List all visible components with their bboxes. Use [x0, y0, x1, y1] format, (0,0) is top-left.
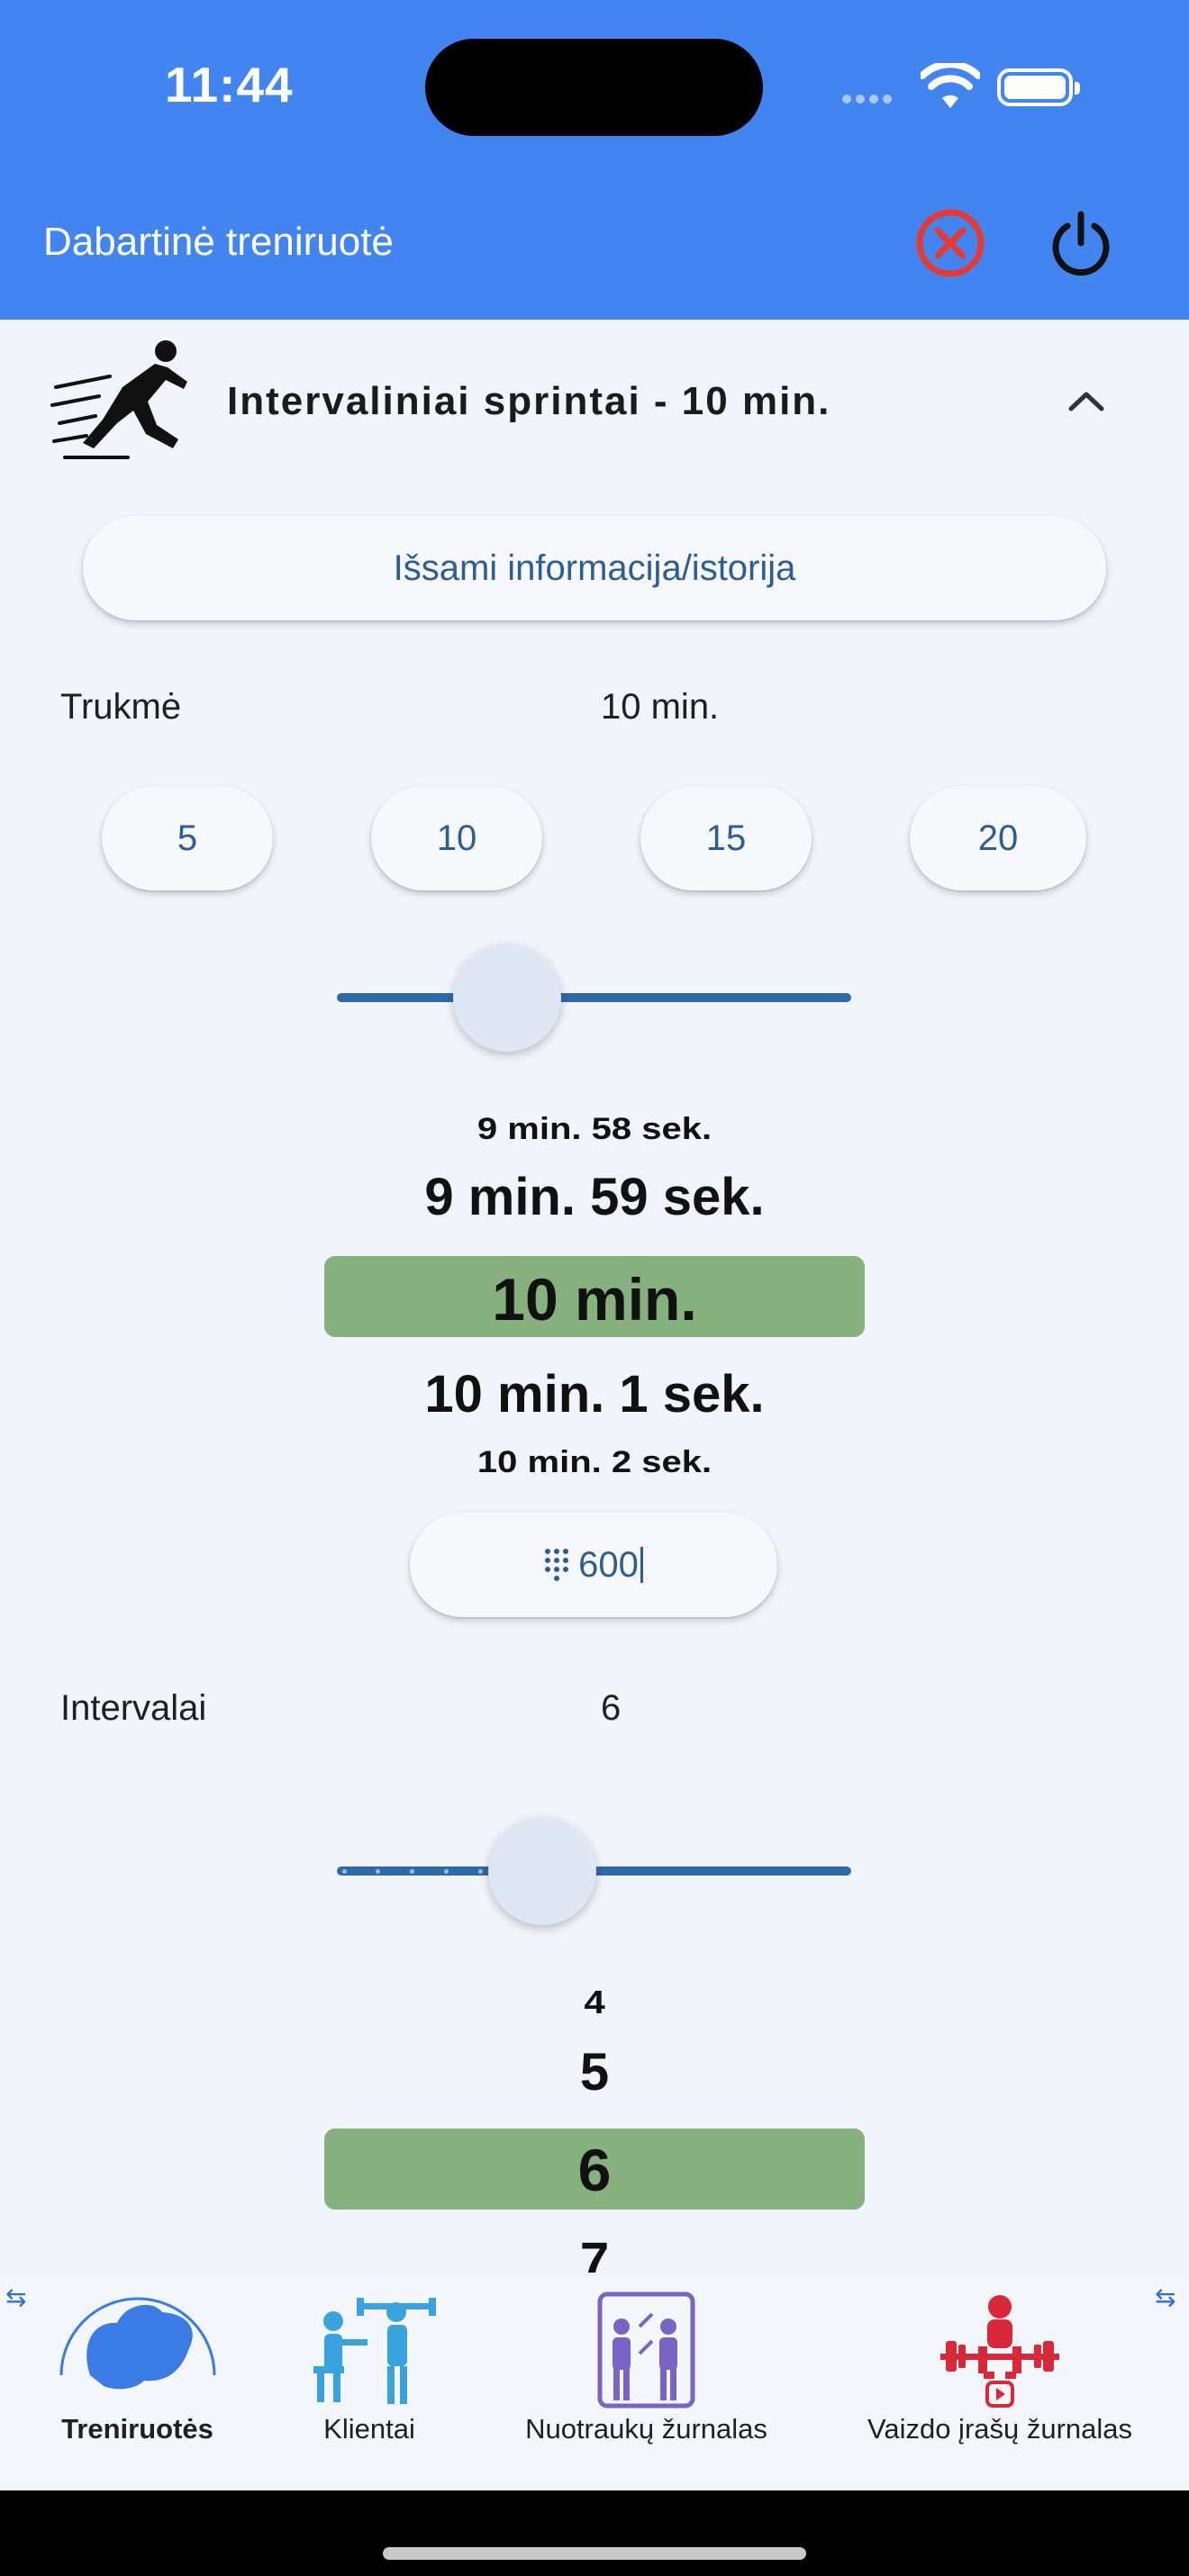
slider-tick	[376, 1869, 380, 1874]
details-history-button[interactable]: Išsami informacija/istorija	[83, 516, 1106, 620]
scroll-right-arrow-icon[interactable]: ⇆	[1155, 2282, 1175, 2312]
trainer-clients-icon	[313, 2298, 436, 2404]
dynamic-island	[425, 39, 763, 136]
intervals-label: Intervalai	[60, 1688, 207, 1728]
wheel-item[interactable]: 10 min. 1 sek.	[324, 1364, 865, 1424]
nav-label: Nuotraukų žurnalas	[525, 2413, 767, 2445]
wheel-item[interactable]: 4	[324, 1984, 865, 2021]
wheel-item[interactable]: 10 min. 2 sek.	[324, 1445, 865, 1479]
wheel-item[interactable]: 5	[324, 2042, 865, 2102]
weightlifter-video-icon	[940, 2295, 1059, 2408]
intervals-value: 6	[601, 1688, 622, 1728]
slider-tick	[478, 1869, 483, 1874]
nav-item-treniruotes[interactable]: Treniruotės	[27, 2276, 248, 2456]
nav-label: Vaizdo įrašų žurnalas	[867, 2413, 1133, 2445]
duration-preset-20[interactable]: 20	[910, 786, 1086, 890]
duration-preset-15[interactable]: 15	[640, 786, 812, 890]
wifi-icon	[921, 63, 980, 108]
duration-slider-thumb[interactable]	[453, 944, 561, 1052]
seconds-input-button[interactable]: 600	[410, 1513, 777, 1617]
cancel-workout-button[interactable]	[910, 203, 991, 284]
app-header: 11:44 Dabartinė treniruotė	[0, 0, 1189, 320]
scroll-left-arrow-icon[interactable]: ⇆	[5, 2282, 26, 2312]
cellular-signal-icon	[842, 92, 896, 108]
wheel-item-selected[interactable]: 10 min.	[324, 1265, 865, 1333]
power-button[interactable]	[1040, 203, 1121, 284]
duration-preset-10[interactable]: 10	[371, 786, 542, 890]
system-bottom-bar	[0, 2490, 1189, 2576]
nav-label: Treniruotės	[61, 2413, 213, 2445]
nav-item-nuotrauku-zurnalas[interactable]: Nuotraukų žurnalas	[504, 2276, 788, 2456]
wheel-item[interactable]: 9 min. 58 sek.	[324, 1112, 865, 1146]
duration-label: Trukmė	[60, 687, 182, 727]
slider-tick	[444, 1869, 449, 1874]
nav-label: Klientai	[323, 2413, 415, 2445]
wheel-item[interactable]: 9 min. 59 sek.	[324, 1167, 865, 1227]
intervals-slider-thumb[interactable]	[488, 1817, 596, 1925]
sprinter-icon	[50, 340, 187, 459]
flexed-arm-icon	[59, 2297, 216, 2390]
duration-value: 10 min.	[601, 687, 720, 727]
close-circle-icon	[916, 209, 985, 277]
nav-item-vaizdo-irasu-zurnalas[interactable]: Vaizdo įrašų žurnalas	[851, 2276, 1148, 2456]
page-title: Dabartinė treniruotė	[43, 220, 394, 264]
workout-title: Intervaliniai sprintai - 10 min.	[227, 379, 831, 423]
text-cursor	[640, 1547, 643, 1583]
status-time: 11:44	[165, 57, 294, 113]
mirror-photo-icon	[597, 2291, 695, 2409]
chevron-up-icon[interactable]	[1066, 387, 1107, 414]
slider-tick	[410, 1869, 414, 1874]
home-indicator[interactable]	[383, 2547, 806, 2560]
duration-preset-5[interactable]: 5	[102, 786, 273, 890]
battery-icon	[997, 68, 1080, 106]
wheel-item[interactable]: 7	[324, 2231, 865, 2273]
nav-item-klientai[interactable]: Klientai	[288, 2276, 450, 2456]
duration-slider-track[interactable]	[337, 993, 851, 1002]
slider-tick	[342, 1869, 347, 1874]
dialpad-icon	[545, 1549, 569, 1581]
wheel-item-selected[interactable]: 6	[324, 2136, 865, 2204]
power-icon	[1052, 211, 1110, 276]
seconds-input-value[interactable]: 600	[578, 1545, 639, 1586]
